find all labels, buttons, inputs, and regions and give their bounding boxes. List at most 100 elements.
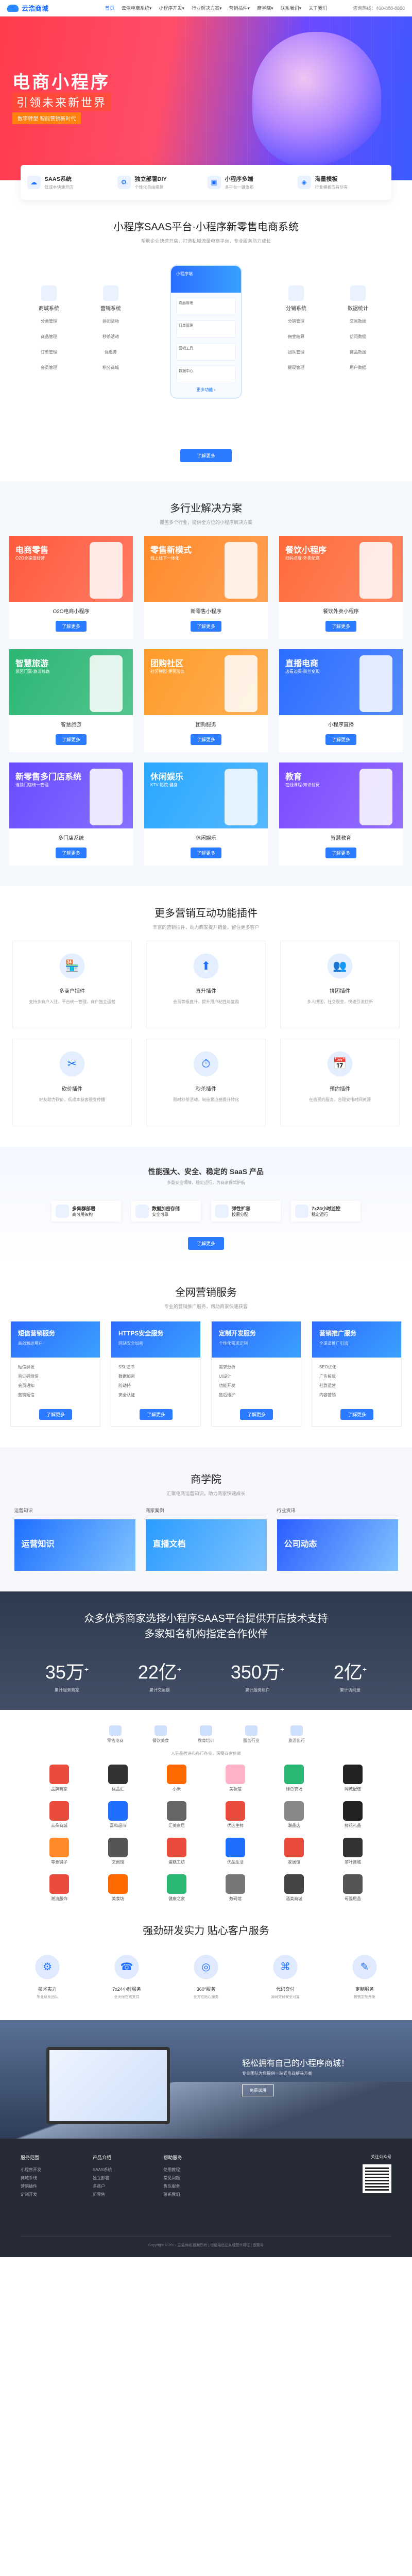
nav-item[interactable]: 首页	[105, 5, 114, 11]
plugin-card[interactable]: 📅 预约插件 在线预约服务，合理安排时间资源	[280, 1039, 400, 1126]
school-card[interactable]: 商家案例 直播文档	[145, 1507, 267, 1571]
industry-card[interactable]: 团购社区 社区拼团·便民服务 团购服务 了解更多	[144, 649, 268, 752]
marketing-more-button[interactable]: 了解更多	[340, 1409, 373, 1420]
marketing-more-button[interactable]: 了解更多	[240, 1409, 273, 1420]
feature-item[interactable]: ⚙ 独立部署DIY 个性化自由搭建	[117, 175, 205, 190]
brand-item[interactable]: 优品生活	[217, 1838, 253, 1865]
brand-item[interactable]: 优选生鲜	[217, 1801, 253, 1828]
brand-logo	[167, 1838, 186, 1857]
industry-card[interactable]: 餐饮小程序 扫码点餐·外卖配送 餐饮外卖小程序 了解更多	[279, 536, 403, 639]
plugin-card[interactable]: 🏪 多商户插件 支持多商户入驻，平台统一管理，商户独立运营	[12, 941, 132, 1028]
brand-item[interactable]: 美妆馆	[217, 1765, 253, 1792]
stat-item: 2亿+ 累计访问量	[334, 1657, 367, 1693]
industry-card[interactable]: 教育 在线课程·知识付费 智慧教育 了解更多	[279, 762, 403, 866]
footer-link[interactable]: 常见问题	[163, 2174, 182, 2182]
industry-more-button[interactable]: 了解更多	[325, 734, 356, 745]
brand-tab[interactable]: 服务行业	[243, 1725, 260, 1743]
brand-item[interactable]: 汇美家居	[159, 1801, 195, 1828]
plugin-card[interactable]: 👥 拼团插件 多人拼团，社交裂变，快速引流拉新	[280, 941, 400, 1028]
brand-item[interactable]: 母婴用品	[335, 1874, 371, 1902]
industry-more-button[interactable]: 了解更多	[56, 734, 87, 745]
footer-link[interactable]: 独立部署	[93, 2174, 112, 2182]
industry-card[interactable]: 新零售多门店系统 连锁门店统一管理 多门店系统 了解更多	[9, 762, 133, 866]
industry-more-button[interactable]: 了解更多	[325, 848, 356, 858]
footer-link[interactable]: 小程序开发	[21, 2166, 41, 2174]
brand-item[interactable]: 潮品店	[276, 1801, 312, 1828]
nav-item[interactable]: 商学院▾	[257, 5, 273, 11]
footer-link[interactable]: 多商户	[93, 2182, 112, 2191]
footer-link[interactable]: 售后服务	[163, 2182, 182, 2191]
footer-link[interactable]: 营销插件	[21, 2182, 41, 2191]
brand-item[interactable]: 蛋糕工坊	[159, 1838, 195, 1865]
plugin-card[interactable]: ⬆ 直升插件 会员等级直升，提升用户粘性与复购	[146, 941, 266, 1028]
saas-diagram: 商城系统 分类管理 商品管理 订单管理 会员管理 营销系统 拼团活动 秒杀活动 优惠券 积分商城分…	[0, 255, 412, 471]
industry-card[interactable]: 电商零售 O2O全渠道经营 O2O电商小程序 了解更多	[9, 536, 133, 639]
marketing-card[interactable]: 定制开发服务 个性化需求定制 需求分析 UI设计 功能开发 售后维护 了解更多	[211, 1321, 301, 1427]
brand-item[interactable]: 数码馆	[217, 1874, 253, 1902]
nav-item[interactable]: 关于我们	[308, 5, 327, 11]
brand-tab[interactable]: 教育培训	[198, 1725, 214, 1743]
brand-item[interactable]: 嘉和超市	[100, 1801, 136, 1828]
brand-item[interactable]: 小米	[159, 1765, 195, 1792]
nav-item[interactable]: 联系我们▾	[281, 5, 302, 11]
industry-image: 新零售多门店系统 连锁门店统一管理	[9, 762, 133, 828]
footer-link[interactable]: 联系我们	[163, 2191, 182, 2199]
industry-more-button[interactable]: 了解更多	[56, 621, 87, 632]
nav-item[interactable]: 行业解决方案▾	[192, 5, 222, 11]
brand-item[interactable]: 优品汇	[100, 1765, 136, 1792]
brand-item[interactable]: 同城配送	[335, 1765, 371, 1792]
footer-link[interactable]: 新零售	[93, 2191, 112, 2199]
industry-card[interactable]: 休闲娱乐 KTV·影院·健身 休闲娱乐 了解更多	[144, 762, 268, 866]
brand-item[interactable]: 云朵商城	[41, 1801, 77, 1828]
nav-item[interactable]: 营销插件▾	[229, 5, 250, 11]
brand-item[interactable]: 潮流服饰	[41, 1874, 77, 1902]
feature-item[interactable]: ☁ SAAS系统 低成本快速开店	[27, 175, 115, 190]
brand-item[interactable]: 零食铺子	[41, 1838, 77, 1865]
plugin-card[interactable]: ⏱ 秒杀插件 限时秒杀活动，制造紧迫感提升转化	[146, 1039, 266, 1126]
marketing-card[interactable]: 短信营销服务 高效触达用户 短信群发 验证码短信 会员通知 营销短信 了解更多	[10, 1321, 100, 1427]
brand-item[interactable]: 绿色农场	[276, 1765, 312, 1792]
school-card[interactable]: 行业资讯 公司动态	[277, 1507, 398, 1571]
brand-tab[interactable]: 旅游出行	[288, 1725, 305, 1743]
industry-card[interactable]: 智慧旅游 景区门票·旅游线路 智慧旅游 了解更多	[9, 649, 133, 752]
site-logo[interactable]: 云浩商城	[7, 3, 105, 13]
brand-item[interactable]: 鲜花礼品	[335, 1801, 371, 1828]
feature-item[interactable]: ▣ 小程序多端 多平台一键发布	[207, 175, 295, 190]
footer-link[interactable]: 商城系统	[21, 2174, 41, 2182]
saas-more-button[interactable]: 了解更多	[180, 449, 232, 462]
brand-item[interactable]: 家居馆	[276, 1838, 312, 1865]
industry-more-button[interactable]: 了解更多	[56, 848, 87, 858]
cta-button[interactable]: 免费试用	[242, 2084, 274, 2096]
brand-item[interactable]: 美食坊	[100, 1874, 136, 1902]
hero-banner[interactable]: 电商小程序 引领未来新世界 数字转型·智能营销新时代	[0, 16, 412, 180]
brand-tab[interactable]: 餐饮美食	[152, 1725, 169, 1743]
footer-link[interactable]: 使用教程	[163, 2166, 182, 2174]
performance-more-button[interactable]: 了解更多	[188, 1237, 224, 1250]
brand-item[interactable]: 文创馆	[100, 1838, 136, 1865]
brand-item[interactable]: 酒类商城	[276, 1874, 312, 1902]
feature-item[interactable]: ◈ 海量模板 行业模板应有尽有	[297, 175, 385, 190]
industry-card[interactable]: 零售新模式 线上线下一体化 新零售小程序 了解更多	[144, 536, 268, 639]
brand-tab[interactable]: 零售电商	[107, 1725, 124, 1743]
industry-more-button[interactable]: 了解更多	[191, 621, 221, 632]
module-item: 访问数据	[350, 334, 366, 339]
industry-more-button[interactable]: 了解更多	[191, 848, 221, 858]
plugin-card[interactable]: ✂ 砍价插件 好友助力砍价，低成本获客裂变传播	[12, 1039, 132, 1126]
marketing-card[interactable]: HTTPS安全服务 网站安全加密 SSL证书 数据加密 防劫持 安全认证 了解更多	[111, 1321, 201, 1427]
industry-card[interactable]: 直播电商 边看边买·粉丝变现 小程序直播 了解更多	[279, 649, 403, 752]
school-card[interactable]: 运营知识 运营知识	[14, 1507, 135, 1571]
brand-item[interactable]: 品牌商家	[41, 1765, 77, 1792]
brand-item[interactable]: 茶叶商城	[335, 1838, 371, 1865]
phone-more-link[interactable]: 更多功能 ›	[171, 387, 241, 393]
category-icon	[245, 1725, 258, 1736]
footer-link[interactable]: 定制开发	[21, 2191, 41, 2199]
industry-more-button[interactable]: 了解更多	[325, 621, 356, 632]
marketing-card[interactable]: 营销推广服务 全渠道推广引流 SEO优化 广告投放 社群运营 内容营销 了解更多	[312, 1321, 402, 1427]
marketing-more-button[interactable]: 了解更多	[39, 1409, 72, 1420]
marketing-more-button[interactable]: 了解更多	[140, 1409, 173, 1420]
nav-item[interactable]: 小程序开发▾	[159, 5, 185, 11]
brand-item[interactable]: 健康之家	[159, 1874, 195, 1902]
industry-more-button[interactable]: 了解更多	[191, 734, 221, 745]
nav-item[interactable]: 云浩电商系统▾	[122, 5, 152, 11]
footer-link[interactable]: SAAS系统	[93, 2166, 112, 2174]
